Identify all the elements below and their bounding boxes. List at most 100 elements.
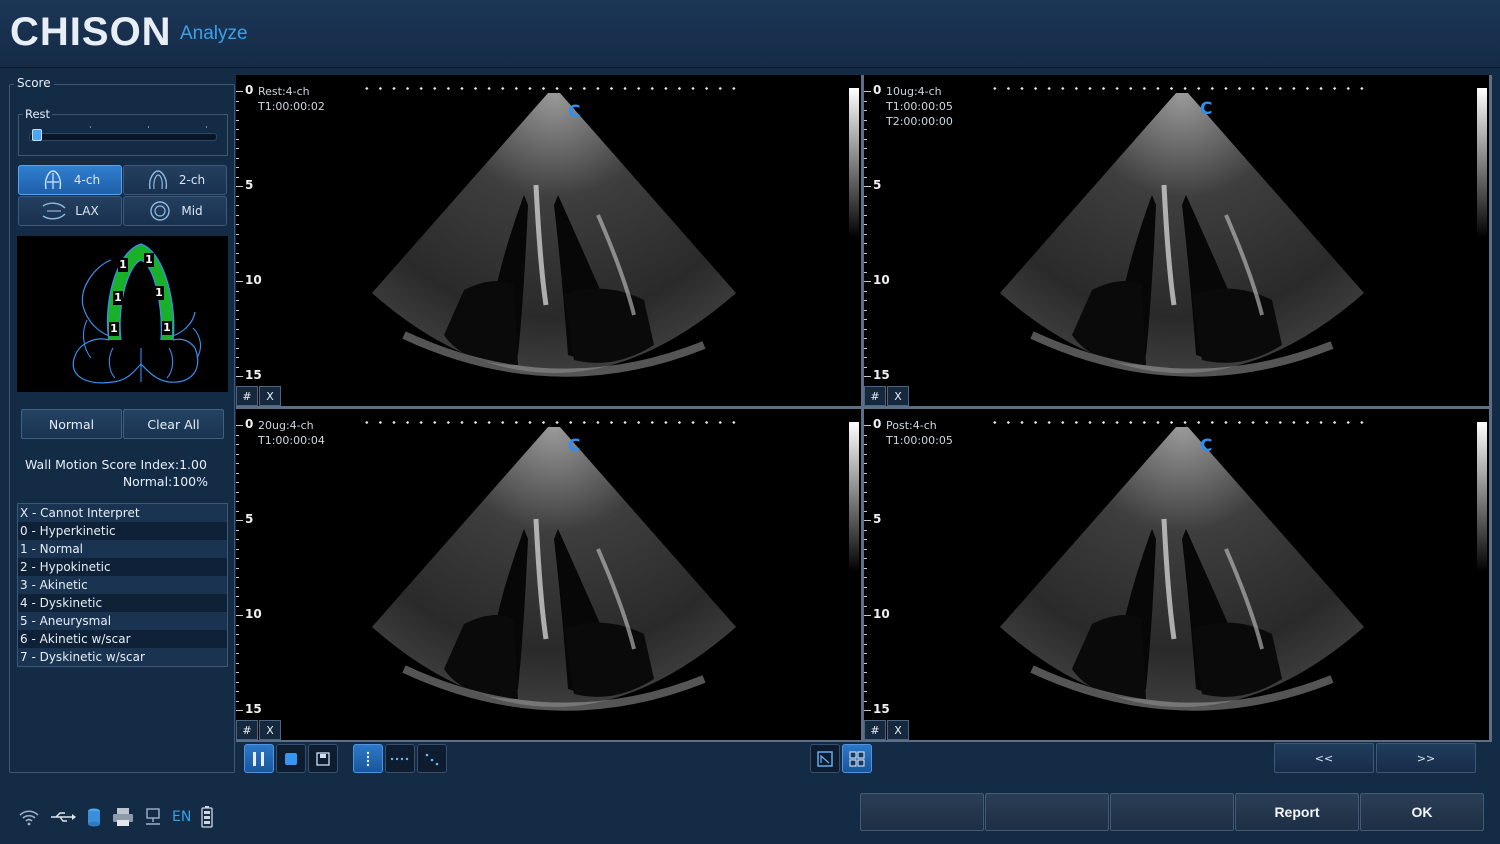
ultrasound-image-panel[interactable]: 0 5 10 15 Rest:4-ch T1:00:00:02 C # X	[236, 75, 861, 406]
depth-scale: 0 5 10 15	[864, 409, 894, 740]
depth-minor-tick	[236, 454, 239, 455]
depth-minor-tick	[236, 215, 239, 216]
single-view-button[interactable]	[810, 744, 840, 773]
depth-minor-tick	[236, 549, 239, 550]
view-button-mid[interactable]: Mid	[123, 196, 227, 226]
score-panel: Score Rest 4-ch 2-ch LAX Mid 1 1 1 1 1 1…	[9, 76, 235, 773]
score-legend-item[interactable]: 7 - Dyskinetic w/scar	[18, 648, 227, 666]
depth-minor-tick	[864, 196, 867, 197]
quad-view-button[interactable]	[842, 744, 872, 773]
segment-score-apical-septal[interactable]: 1	[109, 322, 119, 336]
depth-minor-tick	[864, 444, 867, 445]
image-info-time1: T1:00:00:05	[886, 434, 953, 447]
stop-button[interactable]	[276, 744, 306, 773]
segment-score-mid-septal[interactable]: 1	[113, 291, 123, 305]
depth-minor-tick	[236, 205, 239, 206]
depth-minor-tick	[236, 482, 239, 483]
slider-thumb[interactable]	[32, 129, 42, 141]
depth-minor-tick	[236, 568, 239, 569]
score-legend-item[interactable]: 3 - Akinetic	[18, 576, 227, 594]
two-chamber-icon	[148, 170, 167, 190]
battery-icon	[201, 806, 213, 828]
image-close-button[interactable]: X	[887, 720, 909, 740]
depth-minor-tick	[864, 549, 867, 550]
storage-icon	[88, 808, 100, 827]
depth-minor-tick	[236, 634, 239, 635]
image-grid-button[interactable]: #	[236, 720, 258, 740]
score-legend-item[interactable]: 5 - Aneurysmal	[18, 612, 227, 630]
soft-key-3-button[interactable]	[1110, 793, 1234, 831]
grayscale-bar	[849, 422, 859, 572]
next-page-button[interactable]: >>	[1376, 743, 1476, 773]
horizontal-dots-icon	[390, 757, 409, 760]
score-legend-item[interactable]: 4 - Dyskinetic	[18, 594, 227, 612]
language-indicator[interactable]: EN	[172, 809, 191, 825]
depth-minor-tick	[236, 167, 239, 168]
depth-minor-tick	[864, 454, 867, 455]
image-close-button[interactable]: X	[887, 386, 909, 406]
depth-minor-tick	[236, 101, 239, 102]
segment-score-mid-lateral[interactable]: 1	[154, 286, 164, 300]
depth-minor-tick	[236, 691, 239, 692]
clear-all-button[interactable]: Clear All	[123, 409, 224, 439]
image-grid-button[interactable]: #	[864, 386, 886, 406]
view-button-lax[interactable]: LAX	[18, 196, 122, 226]
layout-4x1-button[interactable]	[385, 744, 415, 773]
depth-major-tick	[864, 615, 871, 616]
depth-minor-tick	[236, 501, 239, 502]
pause-button[interactable]	[244, 744, 274, 773]
soft-key-1-button[interactable]	[860, 793, 984, 831]
sector-marker-dots	[988, 421, 1368, 424]
depth-label: 15	[245, 702, 262, 716]
segment-diagram[interactable]: 1 1 1 1 1 1	[17, 236, 228, 392]
view-button-2ch[interactable]: 2-ch	[123, 165, 227, 195]
depth-minor-tick	[236, 139, 239, 140]
depth-minor-tick	[864, 319, 867, 320]
echo-sector-image	[372, 93, 736, 377]
depth-minor-tick	[864, 682, 867, 683]
depth-minor-tick	[236, 158, 239, 159]
depth-label: 10	[873, 607, 890, 621]
view-button-4ch[interactable]: 4-ch	[18, 165, 122, 195]
save-button[interactable]	[308, 744, 338, 773]
segment-score-apical-lateral[interactable]: 1	[162, 321, 172, 335]
depth-minor-tick	[864, 215, 867, 216]
image-grid-button[interactable]: #	[236, 386, 258, 406]
score-legend-item[interactable]: 2 - Hypokinetic	[18, 558, 227, 576]
soft-key-2-button[interactable]	[985, 793, 1109, 831]
ok-button[interactable]: OK	[1360, 793, 1484, 831]
depth-minor-tick	[236, 530, 239, 531]
depth-minor-tick	[864, 224, 867, 225]
normal-button[interactable]: Normal	[21, 409, 122, 439]
score-legend-item[interactable]: 0 - Hyperkinetic	[18, 522, 227, 540]
score-legend-item[interactable]: 6 - Akinetic w/scar	[18, 630, 227, 648]
depth-label: 15	[873, 368, 890, 382]
image-close-button[interactable]: X	[259, 720, 281, 740]
report-button[interactable]: Report	[1235, 793, 1359, 831]
ultrasound-image-panel[interactable]: 0 5 10 15 20ug:4-ch T1:00:00:04 C # X	[236, 409, 861, 740]
depth-minor-tick	[864, 558, 867, 559]
image-grid-button[interactable]: #	[864, 720, 886, 740]
depth-minor-tick	[236, 682, 239, 683]
score-legend-item[interactable]: X - Cannot Interpret	[18, 504, 227, 522]
depth-major-tick	[864, 376, 871, 377]
depth-minor-tick	[236, 587, 239, 588]
depth-minor-tick	[864, 435, 867, 436]
segment-score-basal-septal[interactable]: 1	[118, 258, 128, 272]
layout-1x4-button[interactable]	[353, 744, 383, 773]
image-close-button[interactable]: X	[259, 386, 281, 406]
layout-diagonal-button[interactable]	[417, 744, 447, 773]
depth-minor-tick	[864, 205, 867, 206]
depth-minor-tick	[236, 319, 239, 320]
segment-score-basal-lateral[interactable]: 1	[144, 253, 154, 267]
depth-minor-tick	[864, 634, 867, 635]
depth-label: 10	[245, 273, 262, 287]
brand-logo: CHISON	[10, 10, 172, 54]
score-legend-item[interactable]: 1 - Normal	[18, 540, 227, 558]
ultrasound-image-panel[interactable]: 0 5 10 15 Post:4-ch T1:00:00:05 C # X	[864, 409, 1489, 740]
ultrasound-image-panel[interactable]: 0 5 10 15 10ug:4-ch T1:00:00:05 T2:00:00:00 C # X	[864, 75, 1489, 406]
stage-slider[interactable]	[29, 126, 217, 141]
depth-minor-tick	[236, 300, 239, 301]
previous-page-button[interactable]: <<	[1274, 743, 1374, 773]
depth-minor-tick	[864, 158, 867, 159]
